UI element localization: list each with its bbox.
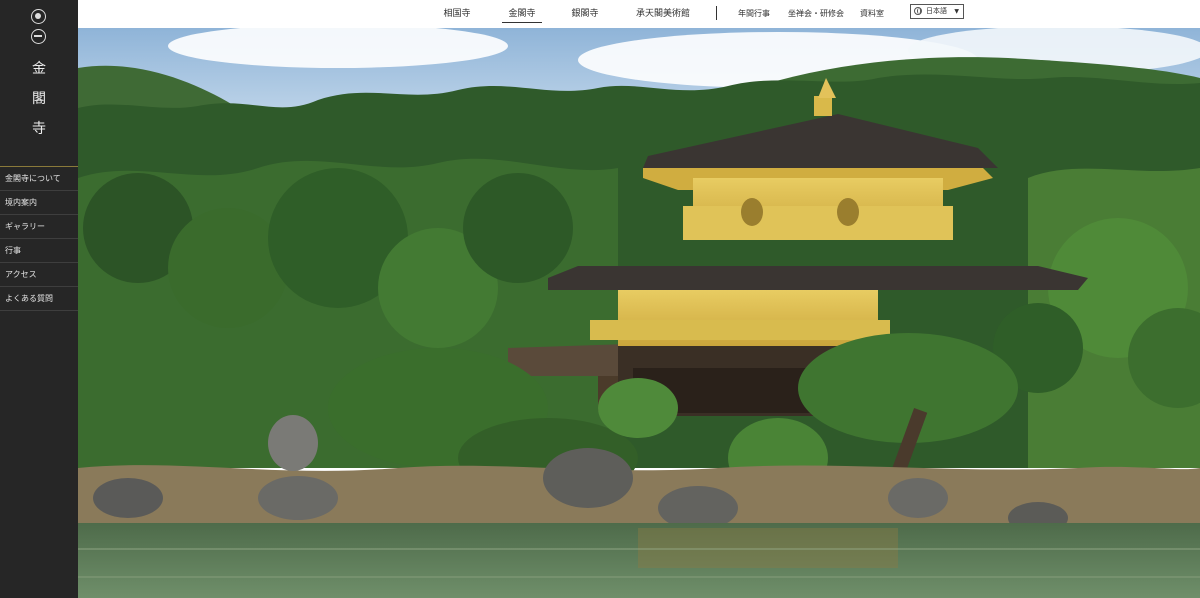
sidebar-item-grounds[interactable]: 境内案内 xyxy=(0,191,78,215)
kinkakuji-scene xyxy=(78,28,1200,598)
sidebar: 金 閣 寺 金閣寺について 境内案内 ギャラリー 行事 アクセス よくある質問 xyxy=(0,0,78,598)
language-selector[interactable]: 日本語 ▼ xyxy=(910,4,964,19)
brand-char-2[interactable]: 閣 xyxy=(0,88,78,108)
tab-jotenkaku-museum[interactable]: 承天閣美術館 xyxy=(634,0,692,28)
top-navigation: 相国寺 金閣寺 銀閣寺 承天閣美術館 年間行事 坐禅会・研修会 資料室 日本語 … xyxy=(78,0,1200,28)
tab-shokokuji[interactable]: 相国寺 xyxy=(440,0,474,28)
brand-char-1[interactable]: 金 xyxy=(0,58,78,78)
sidebar-nav: 金閣寺について 境内案内 ギャラリー 行事 アクセス よくある質問 xyxy=(0,167,78,311)
temple-crest-icon[interactable] xyxy=(31,9,46,24)
tab-ginkakuji[interactable]: 銀閣寺 xyxy=(568,0,602,28)
hero-image xyxy=(78,28,1200,598)
sidebar-item-access[interactable]: アクセス xyxy=(0,263,78,287)
chevron-down-icon: ▼ xyxy=(954,8,959,15)
link-archives[interactable]: 資料室 xyxy=(860,0,884,28)
temple-emblem-icon[interactable] xyxy=(31,29,46,44)
sidebar-item-about[interactable]: 金閣寺について xyxy=(0,167,78,191)
sidebar-item-events[interactable]: 行事 xyxy=(0,239,78,263)
link-zazen-training[interactable]: 坐禅会・研修会 xyxy=(788,0,844,28)
sidebar-item-faq[interactable]: よくある質問 xyxy=(0,287,78,311)
tab-kinkakuji[interactable]: 金閣寺 xyxy=(502,0,542,23)
link-annual-events[interactable]: 年間行事 xyxy=(738,0,770,28)
language-label: 日本語 xyxy=(926,7,947,15)
brand-char-3[interactable]: 寺 xyxy=(0,118,78,138)
tab-separator xyxy=(716,6,717,20)
sidebar-item-gallery[interactable]: ギャラリー xyxy=(0,215,78,239)
globe-icon xyxy=(914,7,922,15)
